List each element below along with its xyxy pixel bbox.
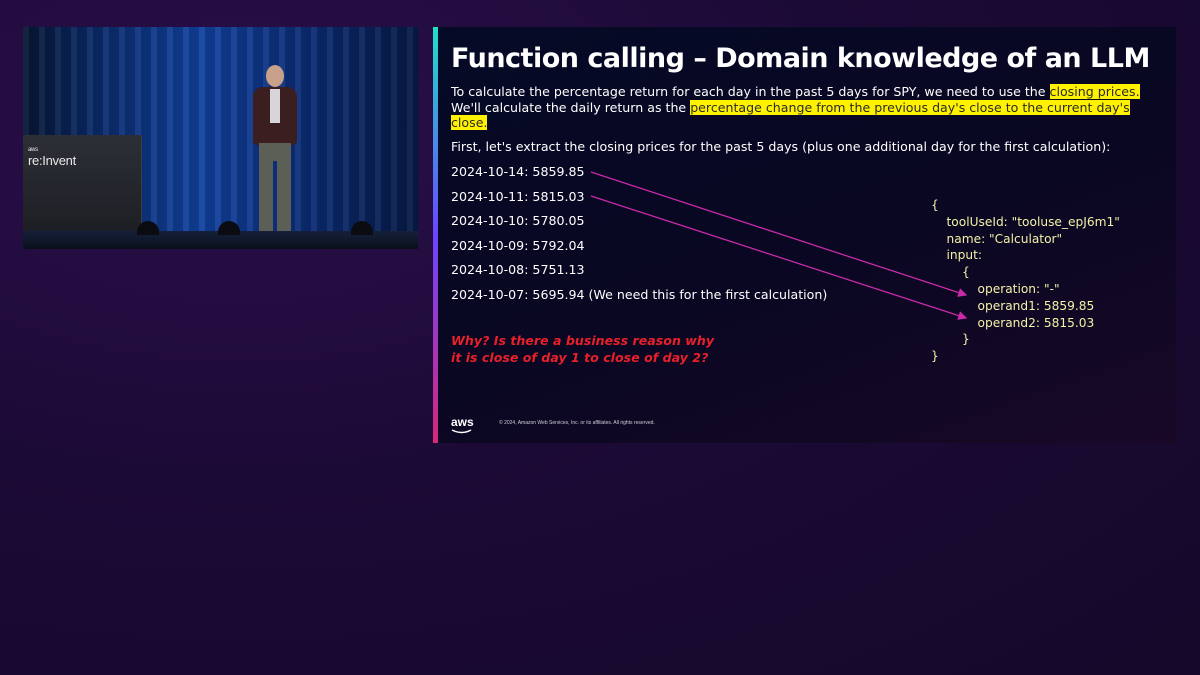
copyright-notice: © 2024, Amazon Web Services, Inc. or its… [499, 420, 655, 426]
price-row: 2024-10-11: 5815.03 [451, 188, 585, 204]
slide-title: Function calling – Domain knowledge of a… [451, 43, 1150, 74]
presentation-slide: Function calling – Domain knowledge of a… [433, 27, 1176, 443]
slide-accent-bar [433, 27, 438, 443]
extract-instruction: First, let's extract the closing prices … [451, 139, 1111, 154]
price-row: 2024-10-09: 5792.04 [451, 237, 585, 253]
speaker-video: aws re:Invent [23, 27, 418, 249]
aws-logo: aws [451, 415, 474, 429]
price-row: 2024-10-14: 5859.85 [451, 164, 585, 179]
slide-intro-text: To calculate the percentage return for e… [451, 84, 1140, 130]
aws-smile-icon [451, 429, 472, 434]
tool-use-json: { toolUseId: "tooluse_epJ6m1" name: "Cal… [931, 198, 1120, 364]
business-question: Why? Is there a business reason why it i… [451, 333, 715, 365]
closing-price-list: 2024-10-14: 5859.85 2024-10-11: 5815.03 … [451, 164, 827, 311]
price-row: 2024-10-07: 5695.94 (We need this for th… [451, 286, 828, 302]
price-row: 2024-10-08: 5751.13 [451, 262, 585, 277]
reinvent-logo: aws re:Invent [28, 147, 76, 168]
highlight-closing-prices: closing prices. [1049, 84, 1140, 99]
price-row: 2024-10-10: 5780.05 [451, 213, 585, 228]
speaker-figure [245, 65, 305, 245]
